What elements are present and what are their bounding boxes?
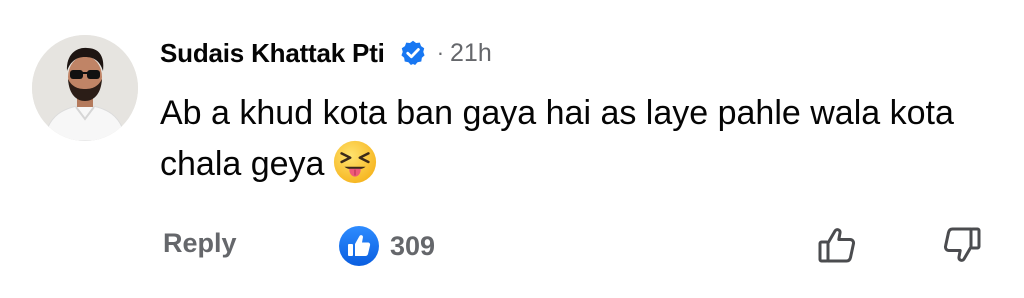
verified-badge-icon xyxy=(401,40,425,66)
comment-text: Ab a khud kota ban gaya hai as laye pahl… xyxy=(160,94,954,183)
comment-body: Ab a khud kota ban gaya hai as laye pahl… xyxy=(160,88,960,190)
thumbs-up-icon[interactable] xyxy=(815,222,861,268)
like-count: 309 xyxy=(390,230,436,261)
thumbs-down-icon[interactable] xyxy=(938,222,984,268)
avatar[interactable] xyxy=(32,35,138,141)
like-reaction-icon xyxy=(339,226,379,266)
avatar-image xyxy=(32,35,138,141)
comment-header: Sudais Khattak Pti · 21h xyxy=(160,30,984,76)
comment: Sudais Khattak Pti · 21h Ab a khud kota … xyxy=(160,30,984,190)
comment-actions: Reply 309 xyxy=(163,222,993,270)
reply-button[interactable]: Reply xyxy=(163,228,237,259)
timestamp[interactable]: 21h xyxy=(450,39,492,68)
separator-dot: · xyxy=(436,40,445,65)
author-name[interactable]: Sudais Khattak Pti xyxy=(160,38,385,69)
reaction-summary[interactable]: 309 xyxy=(338,225,435,267)
squinting-face-with-tongue-icon xyxy=(334,140,377,184)
